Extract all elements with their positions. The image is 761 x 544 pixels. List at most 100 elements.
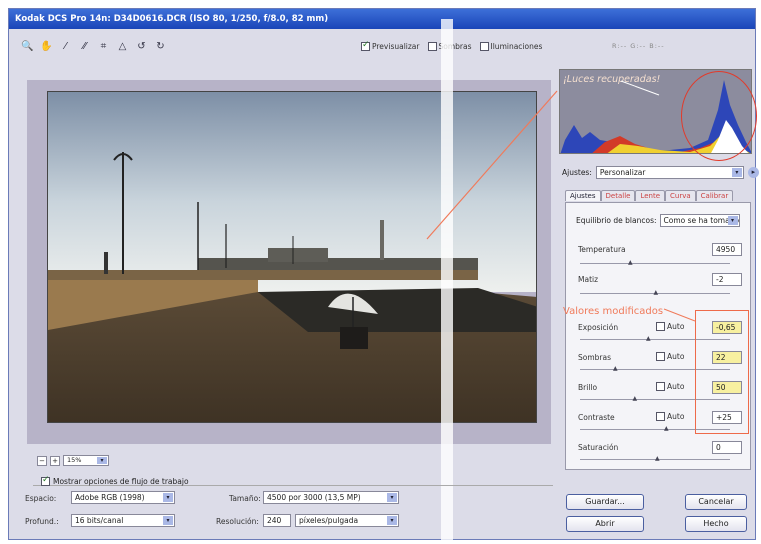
eyedropper-icon[interactable]: ⁄ (59, 40, 72, 53)
checkbox-box[interactable] (656, 352, 665, 361)
slider-thumb[interactable]: ▲ (613, 366, 619, 372)
temperature-slider[interactable]: ▲ (580, 260, 730, 266)
tab-curva[interactable]: Curva (665, 190, 696, 201)
zoom-out-icon[interactable]: − (37, 455, 47, 466)
cancel-button[interactable]: Cancelar (685, 494, 747, 510)
checkbox-box[interactable] (479, 42, 489, 51)
temperature-field[interactable]: 4950 (712, 243, 742, 256)
tab-calibrar[interactable]: Calibrar (695, 190, 734, 201)
settings-select[interactable]: Personalizar ▾ (595, 166, 744, 179)
zoom-in-icon[interactable]: + (50, 455, 60, 466)
tint-field[interactable]: -2 (712, 273, 742, 286)
histogram-annotation: ¡Luces recuperadas! (563, 74, 661, 85)
color-sampler-icon[interactable]: ⁄⁄ (78, 40, 91, 53)
white-balance-select[interactable]: Como se ha tomado ▾ (659, 214, 740, 227)
brightness-auto-checkbox[interactable]: Auto (656, 382, 684, 391)
tab-lente[interactable]: Lente (635, 190, 666, 201)
resolution-unit-value: píxeles/pulgada (299, 516, 359, 525)
space-value: Adobe RGB (1998) (75, 493, 145, 502)
auto-label: Auto (667, 412, 685, 421)
settings-label: Ajustes: (562, 168, 592, 177)
chevron-down-icon: ▾ (97, 457, 107, 464)
slider-thumb[interactable]: ▲ (654, 290, 660, 296)
shadows-adjust-label: Sombras (578, 353, 612, 362)
modified-values-box (695, 310, 749, 434)
exposure-auto-checkbox[interactable]: Auto (656, 322, 684, 331)
highlights-checkbox[interactable]: Iluminaciones (479, 42, 542, 51)
space-select[interactable]: Adobe RGB (1998) ▾ (71, 491, 175, 504)
checkbox-box[interactable] (427, 42, 437, 51)
depth-value: 16 bits/canal (75, 516, 124, 525)
tab-ajustes[interactable]: Ajustes (565, 190, 601, 201)
temperature-label: Temperatura (578, 245, 626, 254)
rotate-right-icon[interactable]: ↻ (154, 40, 167, 53)
saturation-slider[interactable]: ▲ (580, 456, 730, 462)
auto-label: Auto (667, 352, 685, 361)
save-button[interactable]: Guardar... (566, 494, 644, 510)
size-label: Tamaño: (229, 494, 261, 503)
contrast-auto-checkbox[interactable]: Auto (656, 412, 684, 421)
contrast-label: Contraste (578, 413, 615, 422)
zoom-select[interactable]: 15% ▾ (63, 455, 109, 466)
modified-values-annotation: Valores modificados (563, 306, 664, 317)
settings-row: Ajustes: Personalizar ▾ ▸ (562, 166, 759, 179)
photo-preview[interactable] (47, 91, 537, 423)
workflow-options-checkbox[interactable]: Mostrar opciones de flujo de trabajo (41, 475, 189, 486)
preview-label: Previsualizar (372, 42, 420, 51)
window-title: Kodak DCS Pro 14n: D34D0616.DCR (ISO 80,… (9, 9, 755, 29)
highlight-annotation-circle (681, 71, 757, 161)
saturation-label: Saturación (578, 443, 619, 452)
checkbox-box[interactable] (656, 412, 665, 421)
slider-thumb[interactable]: ▲ (633, 396, 639, 402)
saturation-field[interactable]: 0 (712, 441, 742, 454)
done-button[interactable]: Hecho (685, 516, 747, 532)
open-button[interactable]: Abrir (566, 516, 644, 532)
zoom-control: − + 15% ▾ (37, 455, 109, 466)
tint-label: Matiz (578, 275, 599, 284)
size-value: 4500 por 3000 (13,5 MP) (267, 493, 361, 502)
resolution-unit-select[interactable]: píxeles/pulgada ▾ (295, 514, 399, 527)
depth-label: Profund.: (25, 517, 59, 526)
chevron-down-icon: ▾ (163, 493, 173, 502)
chevron-down-icon: ▾ (727, 216, 738, 225)
size-select[interactable]: 4500 por 3000 (13,5 MP) ▾ (263, 491, 399, 504)
resolution-label: Resolución: (216, 517, 259, 526)
white-balance-label: Equilibrio de blancos: (576, 216, 657, 225)
chevron-down-icon: ▾ (387, 493, 397, 502)
toolbar: 🔍 ✋ ⁄ ⁄⁄ ⌗ △ ↺ ↻ (21, 40, 167, 56)
chevron-down-icon: ▾ (387, 516, 397, 525)
exposure-label: Exposición (578, 323, 619, 332)
shadows-auto-checkbox[interactable]: Auto (656, 352, 684, 361)
rgb-readout: R:-- G:-- B:-- (612, 42, 665, 50)
chevron-down-icon: ▾ (163, 516, 173, 525)
rotate-left-icon[interactable]: ↺ (135, 40, 148, 53)
checkbox-box[interactable] (656, 322, 665, 331)
auto-label: Auto (667, 382, 685, 391)
split-line (441, 19, 453, 541)
preview-checkbox[interactable]: Previsualizar (361, 40, 420, 51)
workflow-options-label: Mostrar opciones de flujo de trabajo (53, 477, 189, 486)
crop-icon[interactable]: ⌗ (97, 40, 110, 53)
slider-thumb[interactable]: ▲ (646, 336, 652, 342)
checkbox-box[interactable] (361, 40, 370, 51)
hand-icon[interactable]: ✋ (40, 40, 53, 53)
beach-photo (48, 92, 536, 422)
depth-select[interactable]: 16 bits/canal ▾ (71, 514, 175, 527)
adjustment-tabs: Ajustes Detalle Lente Curva Calibrar (565, 190, 734, 201)
slider-thumb[interactable]: ▲ (655, 456, 661, 462)
straighten-icon[interactable]: △ (116, 40, 129, 53)
camera-raw-window: Kodak DCS Pro 14n: D34D0616.DCR (ISO 80,… (8, 8, 759, 541)
zoom-icon[interactable]: 🔍 (21, 40, 34, 53)
tint-slider[interactable]: ▲ (580, 290, 730, 296)
slider-thumb[interactable]: ▲ (664, 426, 670, 432)
tab-detalle[interactable]: Detalle (600, 190, 636, 201)
zoom-value: 15% (67, 456, 82, 464)
slider-thumb[interactable]: ▲ (628, 260, 634, 266)
settings-menu-icon[interactable]: ▸ (747, 167, 759, 178)
preview-area[interactable] (27, 80, 551, 444)
checkbox-box[interactable] (656, 382, 665, 391)
chevron-down-icon: ▾ (731, 168, 742, 177)
resolution-field[interactable]: 240 (263, 514, 291, 527)
brightness-label: Brillo (578, 383, 598, 392)
checkbox-box[interactable] (41, 475, 50, 486)
